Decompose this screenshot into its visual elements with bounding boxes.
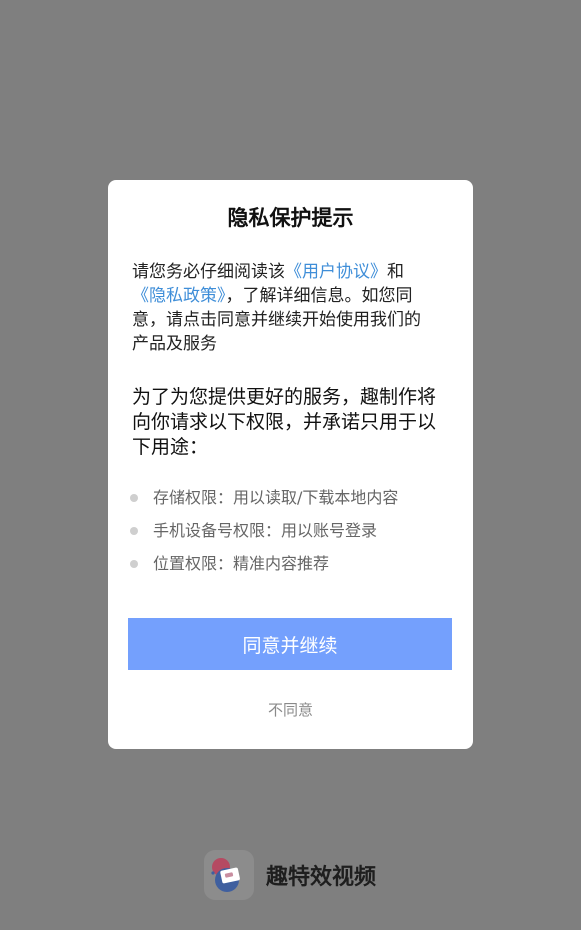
list-item: 存储权限：用以读取/下载本地内容 [130,486,398,519]
bullet-icon [130,494,138,502]
logo-graphic [211,858,240,892]
intro-middle: 和 [387,262,404,282]
user-agreement-link[interactable]: 《用户协议》 [285,262,387,282]
bullet-icon [130,560,138,568]
list-item: 手机设备号权限：用以账号登录 [130,519,398,552]
intro-prefix: 请您务必仔细阅读该 [132,262,285,282]
brand: 趣特效视频 [204,850,376,900]
brand-name: 趣特效视频 [266,865,377,890]
intro-text: 请您务必仔细阅读该《用户协议》和《隐私政策》，了解详细信息。如您同意，请点击同意… [132,260,432,356]
privacy-policy-link[interactable]: 《隐私政策》 [132,286,226,306]
list-item: 位置权限：精准内容推荐 [130,552,398,585]
agree-button[interactable]: 同意并继续 [128,618,452,670]
permissions-list: 存储权限：用以读取/下载本地内容 手机设备号权限：用以账号登录 位置权限：精准内… [130,486,398,585]
permission-storage: 存储权限：用以读取/下载本地内容 [153,488,399,507]
video-camera-logo-icon [204,850,254,900]
permissions-intro: 为了为您提供更好的服务，趣制作将向你请求以下权限，并承诺只用于以下用途： [132,386,437,458]
dialog-title: 隐私保护提示 [227,206,354,230]
permission-location: 位置权限：精准内容推荐 [153,554,330,573]
privacy-dialog: 隐私保护提示 请您务必仔细阅读该《用户协议》和《隐私政策》，了解详细信息。如您同… [108,180,473,749]
permission-device-id: 手机设备号权限：用以账号登录 [153,521,378,540]
bullet-icon [130,527,138,535]
disagree-button[interactable]: 不同意 [108,699,473,720]
